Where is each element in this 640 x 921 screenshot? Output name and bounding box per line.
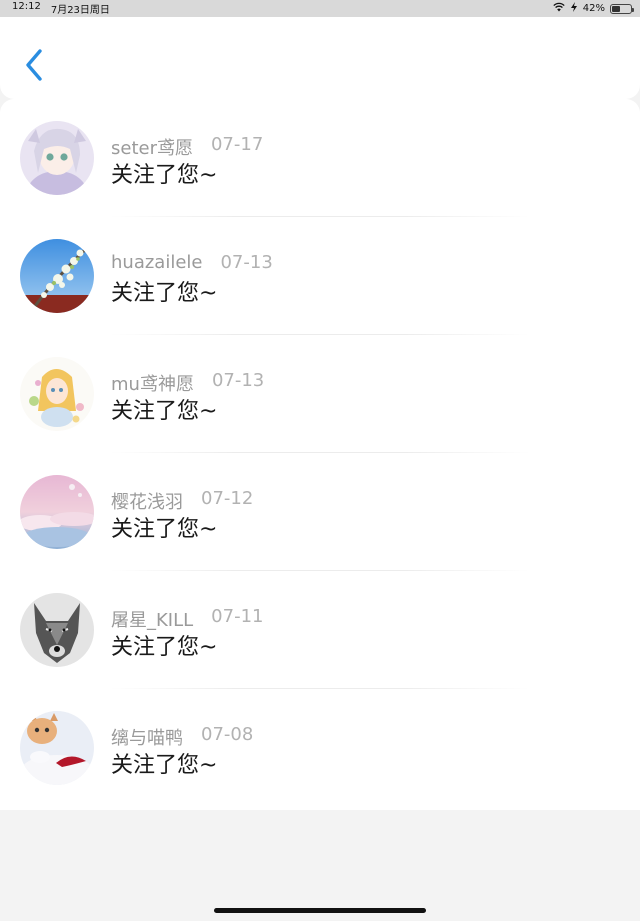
notification-message: 关注了您~ [111,753,218,778]
battery-percent: 42% [582,3,605,14]
home-indicator[interactable] [214,908,426,913]
anime-flower-avatar [20,357,94,431]
avatar[interactable] [20,711,94,785]
anime-girl-avatar [20,121,94,195]
avatar[interactable] [20,475,94,549]
notification-message: 关注了您~ [111,517,218,542]
notification-message: 关注了您~ [111,635,218,660]
avatar[interactable] [20,121,94,195]
battery-icon [610,3,634,14]
status-date: 7月23日周日 [50,5,110,16]
status-bar: 12:12 7月23日周日 42% [0,0,640,17]
charging-icon [570,2,578,15]
status-time: 12:12 [12,1,41,12]
back-button[interactable] [18,45,52,85]
notification-message: 关注了您~ [111,281,218,306]
list-item[interactable]: mu鸢神愿 07-13 关注了您~ [0,335,640,453]
avatar[interactable] [20,357,94,431]
wolf-avatar [20,593,94,667]
blossom-sky-avatar [20,239,94,313]
nav-header [0,17,640,99]
list-item[interactable]: 屠星_KILL 07-11 关注了您~ [0,571,640,689]
wifi-icon [553,2,565,15]
notification-list: seter鸢愿 07-17 关注了您~ huazailele 07-13 关注了… [0,99,640,810]
notification-date: 07-13 [220,252,273,273]
list-item[interactable]: 缡与喵鸭 07-08 关注了您~ [0,689,640,807]
notification-message: 关注了您~ [111,399,218,424]
chevron-left-icon [26,49,42,81]
notification-date: 07-11 [211,606,264,627]
avatar[interactable] [20,239,94,313]
notification-message: 关注了您~ [111,163,218,188]
list-item[interactable]: 樱花浅羽 07-12 关注了您~ [0,453,640,571]
list-item[interactable]: huazailele 07-13 关注了您~ [0,217,640,335]
avatar[interactable] [20,593,94,667]
kitten-avatar [20,711,94,785]
username[interactable]: huazailele [111,252,202,273]
notification-date: 07-17 [210,134,264,155]
notification-date: 07-13 [211,370,265,391]
pink-clouds-avatar [20,475,94,549]
list-item[interactable]: seter鸢愿 07-17 关注了您~ [0,99,640,217]
